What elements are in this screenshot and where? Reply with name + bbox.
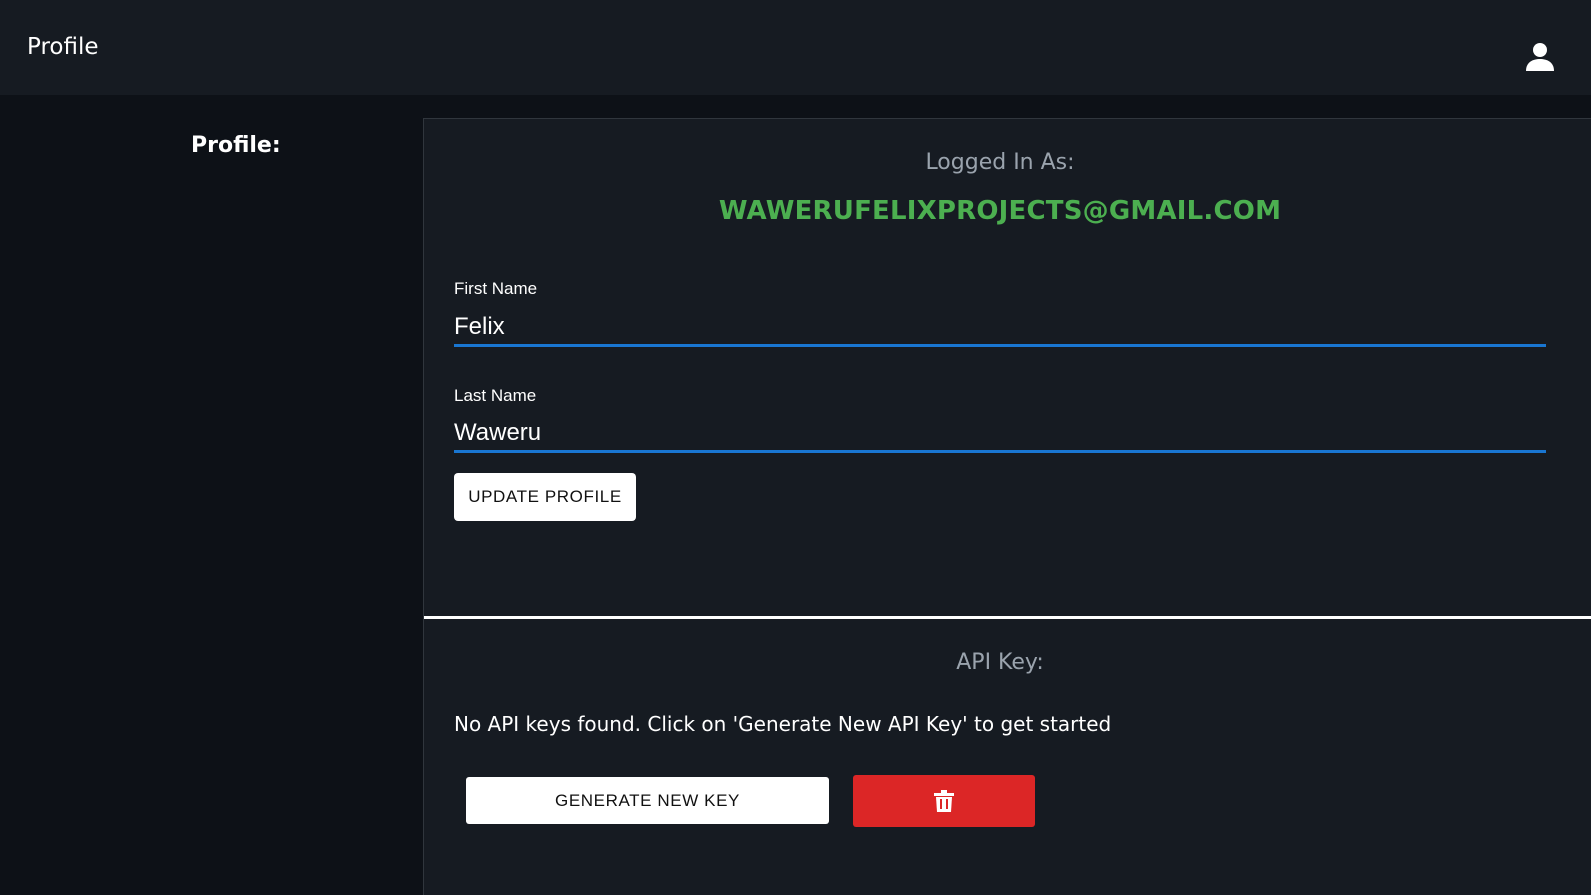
section-divider [424, 616, 1591, 619]
api-key-empty-message: No API keys found. Click on 'Generate Ne… [454, 712, 1112, 736]
trash-icon [934, 790, 954, 812]
api-key-label: API Key: [956, 650, 1044, 675]
sidebar-profile-label: Profile: [191, 133, 281, 158]
user-icon[interactable] [1524, 41, 1556, 73]
top-app-bar: Profile [0, 0, 1591, 95]
delete-api-key-button[interactable] [853, 775, 1035, 827]
last-name-label: Last Name [454, 386, 537, 405]
generate-new-key-button[interactable]: GENERATE NEW KEY [466, 777, 829, 824]
first-name-field[interactable] [454, 309, 1546, 347]
profile-panel: Logged In As: WAWERUFELIXPROJECTS@GMAIL.… [423, 118, 1591, 895]
logged-in-label: Logged In As: [925, 150, 1075, 175]
page-title: Profile [27, 34, 99, 60]
last-name-field[interactable] [454, 415, 1546, 453]
first-name-label: First Name [454, 279, 538, 298]
update-profile-button[interactable]: UPDATE PROFILE [454, 473, 636, 521]
user-email: WAWERUFELIXPROJECTS@GMAIL.COM [718, 196, 1282, 226]
